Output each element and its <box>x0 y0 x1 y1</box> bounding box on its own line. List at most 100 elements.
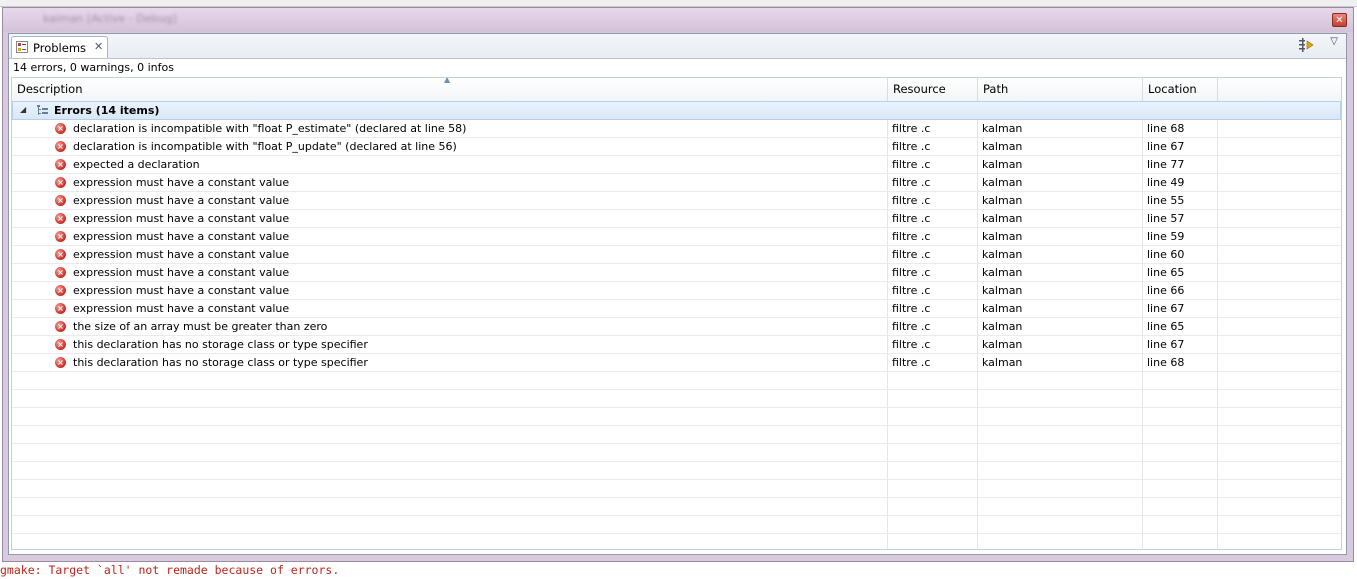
row-description: expression must have a constant value <box>73 266 290 279</box>
row-path: kalman <box>982 320 1023 333</box>
table-row[interactable]: × expected a declaration filtre .c kalman li… <box>12 156 1341 174</box>
row-description: this declaration has no storage class or… <box>73 338 368 351</box>
column-header-resource[interactable]: Resource <box>888 78 978 101</box>
row-description: expression must have a constant value <box>73 230 290 243</box>
column-header-path[interactable]: Path <box>978 78 1143 101</box>
row-location: line 65 <box>1147 320 1185 333</box>
table-row[interactable]: × expression must have a constant value fi… <box>12 228 1341 246</box>
table-row[interactable]: × expression must have a constant value fi… <box>12 210 1341 228</box>
empty-row <box>12 480 1341 498</box>
problems-table: Description ▲ Resource Path Location ◢ E… <box>11 77 1342 550</box>
row-description: expression must have a constant value <box>73 284 290 297</box>
expand-triangle-icon[interactable]: ◢ <box>20 105 26 114</box>
error-icon: × <box>55 267 66 278</box>
tab-row: Problems ✕ ▽ <box>9 34 1346 59</box>
row-path: kalman <box>982 158 1023 171</box>
row-path: kalman <box>982 356 1023 369</box>
row-path: kalman <box>982 176 1023 189</box>
row-location: line 67 <box>1147 140 1185 153</box>
row-description: expected a declaration <box>73 158 200 171</box>
problems-view: Problems ✕ ▽ 14 errors, 0 warnings, 0 in… <box>8 33 1347 555</box>
tab-label: Problems <box>33 41 87 55</box>
table-body: ◢ Errors (14 items) × declaration is inco… <box>12 101 1341 549</box>
row-location: line 49 <box>1147 176 1185 189</box>
row-path: kalman <box>982 302 1023 315</box>
table-row[interactable]: × expression must have a constant value fi… <box>12 174 1341 192</box>
problems-window: kalman [Active - Debug] ✕ Problems ✕ ▽ 1… <box>2 7 1354 562</box>
row-resource: filtre .c <box>892 338 931 351</box>
empty-row <box>12 534 1341 549</box>
error-icon: × <box>55 231 66 242</box>
focus-on-active-task-icon[interactable] <box>1298 38 1314 52</box>
row-path: kalman <box>982 284 1023 297</box>
error-icon: × <box>55 159 66 170</box>
tree-group-icon <box>37 105 48 115</box>
empty-row <box>12 498 1341 516</box>
row-resource: filtre .c <box>892 176 931 189</box>
row-location: line 60 <box>1147 248 1185 261</box>
group-row-errors[interactable]: ◢ Errors (14 items) <box>12 101 1341 120</box>
error-icon: × <box>55 321 66 332</box>
table-row[interactable]: × this declaration has no storage class o… <box>12 354 1341 372</box>
row-resource: filtre .c <box>892 212 931 225</box>
empty-row <box>12 462 1341 480</box>
row-resource: filtre .c <box>892 230 931 243</box>
view-menu-chevron-down-icon[interactable]: ▽ <box>1330 36 1338 47</box>
column-header-location[interactable]: Location <box>1143 78 1218 101</box>
row-resource: filtre .c <box>892 356 931 369</box>
table-row[interactable]: × the size of an array must be greater th… <box>12 318 1341 336</box>
error-icon: × <box>55 357 66 368</box>
row-location: line 67 <box>1147 338 1185 351</box>
error-icon: × <box>55 123 66 134</box>
row-resource: filtre .c <box>892 122 931 135</box>
error-icon: × <box>55 141 66 152</box>
error-icon: × <box>55 177 66 188</box>
row-location: line 59 <box>1147 230 1185 243</box>
row-path: kalman <box>982 140 1023 153</box>
window-titlebar[interactable]: kalman [Active - Debug] ✕ <box>3 8 1353 32</box>
table-row[interactable]: × expression must have a constant value fi… <box>12 300 1341 318</box>
row-location: line 57 <box>1147 212 1185 225</box>
problems-summary: 14 errors, 0 warnings, 0 infos <box>13 61 174 74</box>
empty-row <box>12 426 1341 444</box>
row-description: expression must have a constant value <box>73 302 290 315</box>
row-location: line 66 <box>1147 284 1185 297</box>
error-icon: × <box>55 285 66 296</box>
table-row[interactable]: × declaration is incompatible with "float… <box>12 120 1341 138</box>
row-location: line 65 <box>1147 266 1185 279</box>
row-path: kalman <box>982 248 1023 261</box>
row-resource: filtre .c <box>892 194 931 207</box>
row-path: kalman <box>982 122 1023 135</box>
table-row[interactable]: × expression must have a constant value fi… <box>12 264 1341 282</box>
error-icon: × <box>55 213 66 224</box>
row-description: this declaration has no storage class or… <box>73 356 368 369</box>
row-resource: filtre .c <box>892 266 931 279</box>
empty-row <box>12 372 1341 390</box>
problems-icon <box>16 41 28 53</box>
empty-row <box>12 516 1341 534</box>
empty-row <box>12 408 1341 426</box>
window-close-button[interactable]: ✕ <box>1332 13 1347 27</box>
error-icon: × <box>55 249 66 260</box>
console-output-line: gmake: Target `all' not remade because o… <box>0 563 340 577</box>
row-path: kalman <box>982 212 1023 225</box>
window-title: kalman [Active - Debug] <box>43 12 177 25</box>
row-description: expression must have a constant value <box>73 212 290 225</box>
table-row[interactable]: × this declaration has no storage class o… <box>12 336 1341 354</box>
row-location: line 77 <box>1147 158 1185 171</box>
tab-problems[interactable]: Problems ✕ <box>11 36 108 58</box>
row-resource: filtre .c <box>892 320 931 333</box>
row-description: the size of an array must be greater tha… <box>73 320 328 333</box>
row-description: declaration is incompatible with "float … <box>73 122 467 135</box>
table-row[interactable]: × expression must have a constant value fi… <box>12 246 1341 264</box>
table-row[interactable]: × declaration is incompatible with "float… <box>12 138 1341 156</box>
row-path: kalman <box>982 266 1023 279</box>
row-resource: filtre .c <box>892 158 931 171</box>
row-path: kalman <box>982 230 1023 243</box>
group-label: Errors (14 items) <box>54 104 160 117</box>
table-row[interactable]: × expression must have a constant value fi… <box>12 282 1341 300</box>
empty-row <box>12 444 1341 462</box>
table-row[interactable]: × expression must have a constant value fi… <box>12 192 1341 210</box>
row-resource: filtre .c <box>892 248 931 261</box>
close-icon[interactable]: ✕ <box>94 40 103 53</box>
